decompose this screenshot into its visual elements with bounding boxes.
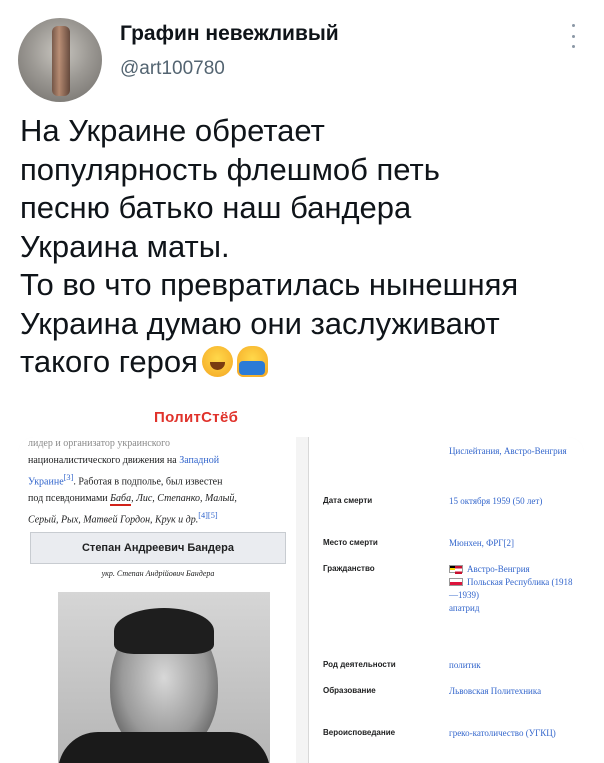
wiki-text-span: , Лис, Степанко, Малый, — [131, 493, 237, 505]
infobox-value[interactable]: греко-католичество (УГКЦ) — [449, 727, 579, 740]
infobox-key: Образование — [323, 686, 376, 695]
display-name[interactable]: Графин невежливый — [120, 22, 339, 46]
wiki-ref[interactable]: [4][5] — [198, 511, 217, 520]
highlighted-alias: Баба — [110, 493, 132, 507]
citizenship-item[interactable]: Австро-Венгрия — [449, 563, 579, 576]
wiki-text-span: националистического движения на — [28, 455, 180, 466]
wiki-paragraph: лидер и организатор украинского национал… — [28, 438, 290, 529]
infobox-value[interactable]: Цислейтания, Австро-Венгрия — [449, 445, 579, 458]
wiki-line: Украине[3]. Работая в подполье, был изве… — [28, 469, 290, 490]
wiki-right-panel: Цислейтания, Австро-Венгрия Дата смерти … — [308, 437, 584, 763]
infobox-key: Вероисповедание — [323, 728, 396, 737]
wiki-line: лидер и организатор украинского — [28, 438, 170, 449]
tweet-line: На Украине обретает — [20, 113, 325, 148]
wiki-text-span: Гордон — [119, 514, 151, 526]
infobox-key: Дата смерти — [323, 496, 373, 505]
wiki-line: националистического движения на Западной — [28, 452, 290, 469]
wiki-left-panel: лидер и организатор украинского национал… — [18, 437, 296, 763]
wiki-line: под псевдонимами Баба, Лис, Степанко, Ма… — [28, 490, 290, 507]
infobox-native-name: укр. Степан Андрійович Бандера — [101, 569, 215, 578]
citizenship-item[interactable]: апатрид — [449, 602, 579, 615]
portrait-hair — [114, 608, 214, 654]
tweet-line: То во что превратилась нынешняя — [20, 267, 519, 302]
wiki-text-span: , Крук и др. — [150, 514, 199, 526]
tweet-line: популярность флешмоб петь — [20, 151, 440, 187]
wiki-line: Серый, Рых, Матвей Гордон, Крук и др.[4]… — [28, 507, 290, 528]
watermark: ПолитСтёб — [154, 409, 239, 426]
infobox-value[interactable]: 15 октября 1959 (50 лет) — [449, 495, 579, 508]
portrait-suit — [58, 732, 270, 763]
tweet-image[interactable]: лидер и организатор украинского национал… — [18, 437, 584, 763]
person-facepalming-icon — [236, 346, 268, 377]
face-with-tears-of-joy-icon — [201, 346, 233, 377]
tweet-line-last: такого героя — [20, 343, 590, 382]
tweet-line: песню батько наш бандера — [20, 190, 412, 225]
tweet-line: такого героя — [20, 344, 198, 379]
avatar[interactable] — [18, 18, 102, 102]
infobox-key: Гражданство — [323, 564, 375, 573]
infobox-key: Место смерти — [323, 538, 378, 547]
wiki-ref[interactable]: [3] — [64, 473, 74, 482]
tweet-text: На Украине обретает популярность флешмоб… — [20, 112, 590, 382]
tweet-line: Украина думаю они заслуживают — [20, 305, 500, 341]
wiki-text-span: . Работая в подполье, был известен — [73, 476, 223, 488]
poland-flag-icon — [449, 578, 463, 586]
infobox-title: Степан Андреевич Бандера — [30, 532, 286, 564]
user-handle[interactable]: @art100780 — [120, 58, 225, 80]
wiki-link[interactable]: Украине — [28, 476, 64, 487]
more-options-icon[interactable] — [566, 24, 580, 48]
citizenship-label[interactable]: Австро-Венгрия — [467, 564, 530, 574]
infobox-value[interactable]: политик — [449, 659, 579, 672]
austria-hungary-flag-icon — [449, 565, 463, 574]
infobox-key: Род деятельности — [323, 660, 396, 669]
citizenship-item[interactable]: Польская Республика (1918—1939) — [449, 576, 579, 602]
wiki-text-span: под псевдонимами — [28, 493, 111, 505]
infobox-value[interactable]: Мюнхен, ФРГ[2] — [449, 537, 579, 550]
wiki-text-span: Серый, Рых, Матвей — [28, 514, 120, 526]
infobox-value-list: Австро-Венгрия Польская Республика (1918… — [449, 563, 579, 615]
portrait-photo — [58, 592, 270, 763]
tweet-line: Украина маты. — [20, 228, 230, 264]
infobox-value[interactable]: Львовская Политехника — [449, 685, 579, 698]
citizenship-label[interactable]: Польская Республика (1918—1939) — [449, 577, 573, 600]
wiki-link[interactable]: Западной — [179, 455, 219, 466]
decanter-image — [52, 26, 70, 96]
